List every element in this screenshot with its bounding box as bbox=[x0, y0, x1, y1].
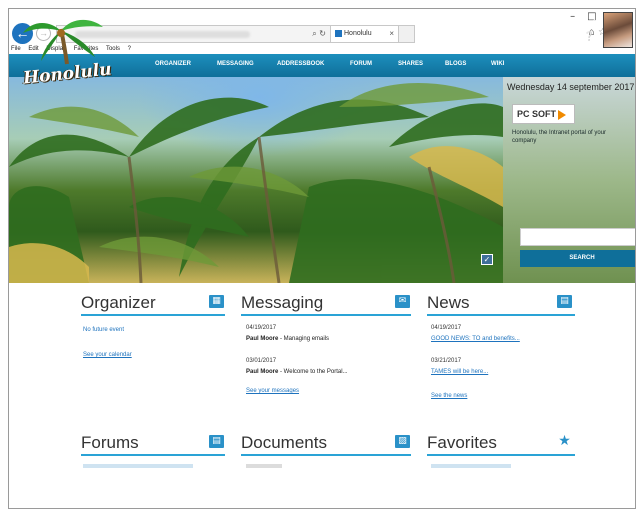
browser-window: ← → ● ⌕ ↻ Honolulu × –□× ⌂ ☆ ⚙ ● File Ed… bbox=[8, 8, 636, 509]
news-divider bbox=[427, 314, 575, 316]
info-icon[interactable]: ❔ bbox=[584, 32, 597, 42]
current-date: Wednesday 14 september 2017 bbox=[507, 82, 635, 92]
tagline: Honolulu, the Intranet portal of your co… bbox=[512, 130, 607, 144]
see-messages-link[interactable]: See your messages bbox=[246, 388, 299, 394]
forums-divider bbox=[81, 454, 225, 456]
forum-item-placeholder bbox=[83, 464, 193, 468]
message-date: 03/01/2017 bbox=[246, 358, 277, 364]
message-sender: Paul Moore bbox=[246, 336, 279, 342]
documents-icon[interactable]: ▨ bbox=[395, 435, 410, 448]
user-name: Administrator bbox=[553, 20, 589, 26]
messages-icon[interactable]: ▦ bbox=[562, 32, 573, 42]
see-calendar-link[interactable]: See your calendar bbox=[83, 352, 132, 358]
envelope-icon[interactable]: ✉ bbox=[395, 295, 410, 308]
tab-title: Honolulu bbox=[344, 30, 372, 37]
message-sender: Paul Moore bbox=[246, 369, 279, 375]
menu-help[interactable]: ? bbox=[128, 46, 131, 52]
nav-forum[interactable]: FORUM bbox=[350, 61, 372, 67]
organizer-divider bbox=[81, 314, 225, 316]
search-input[interactable] bbox=[520, 228, 635, 246]
documents-divider bbox=[241, 454, 411, 456]
tab-favicon-icon bbox=[335, 29, 342, 37]
new-tab-button[interactable] bbox=[399, 25, 415, 43]
avatar[interactable] bbox=[603, 12, 633, 48]
news-date: 03/21/2017 bbox=[431, 358, 462, 364]
favorite-item-placeholder bbox=[431, 464, 511, 468]
messaging-title: Messaging bbox=[241, 293, 324, 312]
news-headline[interactable]: TAMES will be here... bbox=[431, 369, 488, 375]
power-icon[interactable]: ⏻ bbox=[593, 18, 600, 28]
news-icon[interactable]: ▤ bbox=[557, 295, 572, 308]
document-item-placeholder bbox=[246, 464, 282, 468]
favorites-divider bbox=[427, 454, 575, 456]
message-subject: - Welcome to the Portal... bbox=[278, 369, 348, 375]
search-button[interactable]: SEARCH bbox=[520, 250, 635, 267]
nav-addressbook[interactable]: ADDRESSBOOK bbox=[277, 61, 324, 67]
user-toolbar: ⚙▦☺❔ bbox=[552, 32, 597, 42]
news-headline[interactable]: GOOD NEWS: TO and benefits... bbox=[431, 336, 520, 342]
message-date: 04/19/2017 bbox=[246, 325, 277, 331]
messaging-divider bbox=[241, 314, 411, 316]
hero-image bbox=[9, 77, 503, 283]
no-event-text: No future event bbox=[83, 327, 125, 333]
news-date: 04/19/2017 bbox=[431, 325, 462, 331]
settings-icon[interactable]: ⚙ bbox=[552, 32, 562, 42]
checkbox-icon[interactable]: ✓ bbox=[481, 254, 493, 265]
message-subject: - Managing emails bbox=[278, 336, 330, 342]
tab-close-icon[interactable]: × bbox=[389, 26, 394, 42]
star-icon[interactable]: ★ bbox=[557, 434, 572, 448]
calendar-icon[interactable]: ▦ bbox=[209, 295, 224, 308]
brand-name: PC SOFT bbox=[517, 109, 557, 119]
search-refresh-icon[interactable]: ⌕ ↻ bbox=[312, 29, 326, 39]
organizer-title: Organizer bbox=[81, 293, 156, 312]
forums-title: Forums bbox=[81, 433, 139, 452]
tab-honolulu[interactable]: Honolulu × bbox=[331, 25, 399, 43]
palm-trees-illustration bbox=[9, 83, 503, 283]
see-news-link[interactable]: See the news bbox=[431, 393, 467, 399]
news-title: News bbox=[427, 293, 470, 312]
contacts-icon[interactable]: ☺ bbox=[572, 32, 583, 42]
documents-title: Documents bbox=[241, 433, 327, 452]
nav-messaging[interactable]: MESSAGING bbox=[217, 61, 254, 67]
message-item[interactable]: Paul Moore - Managing emails bbox=[246, 336, 329, 342]
favorites-title: Favorites bbox=[427, 433, 497, 452]
pcsoft-logo[interactable]: PC SOFT bbox=[512, 104, 575, 124]
arrow-icon bbox=[558, 109, 567, 120]
nav-shares[interactable]: SHARES bbox=[398, 61, 423, 67]
forums-icon[interactable]: ▤ bbox=[209, 435, 224, 448]
nav-blogs[interactable]: BLOGS bbox=[445, 61, 466, 67]
nav-wiki[interactable]: WIKI bbox=[491, 61, 504, 67]
message-item[interactable]: Paul Moore - Welcome to the Portal... bbox=[246, 369, 348, 375]
nav-organizer[interactable]: ORGANIZER bbox=[155, 61, 191, 67]
